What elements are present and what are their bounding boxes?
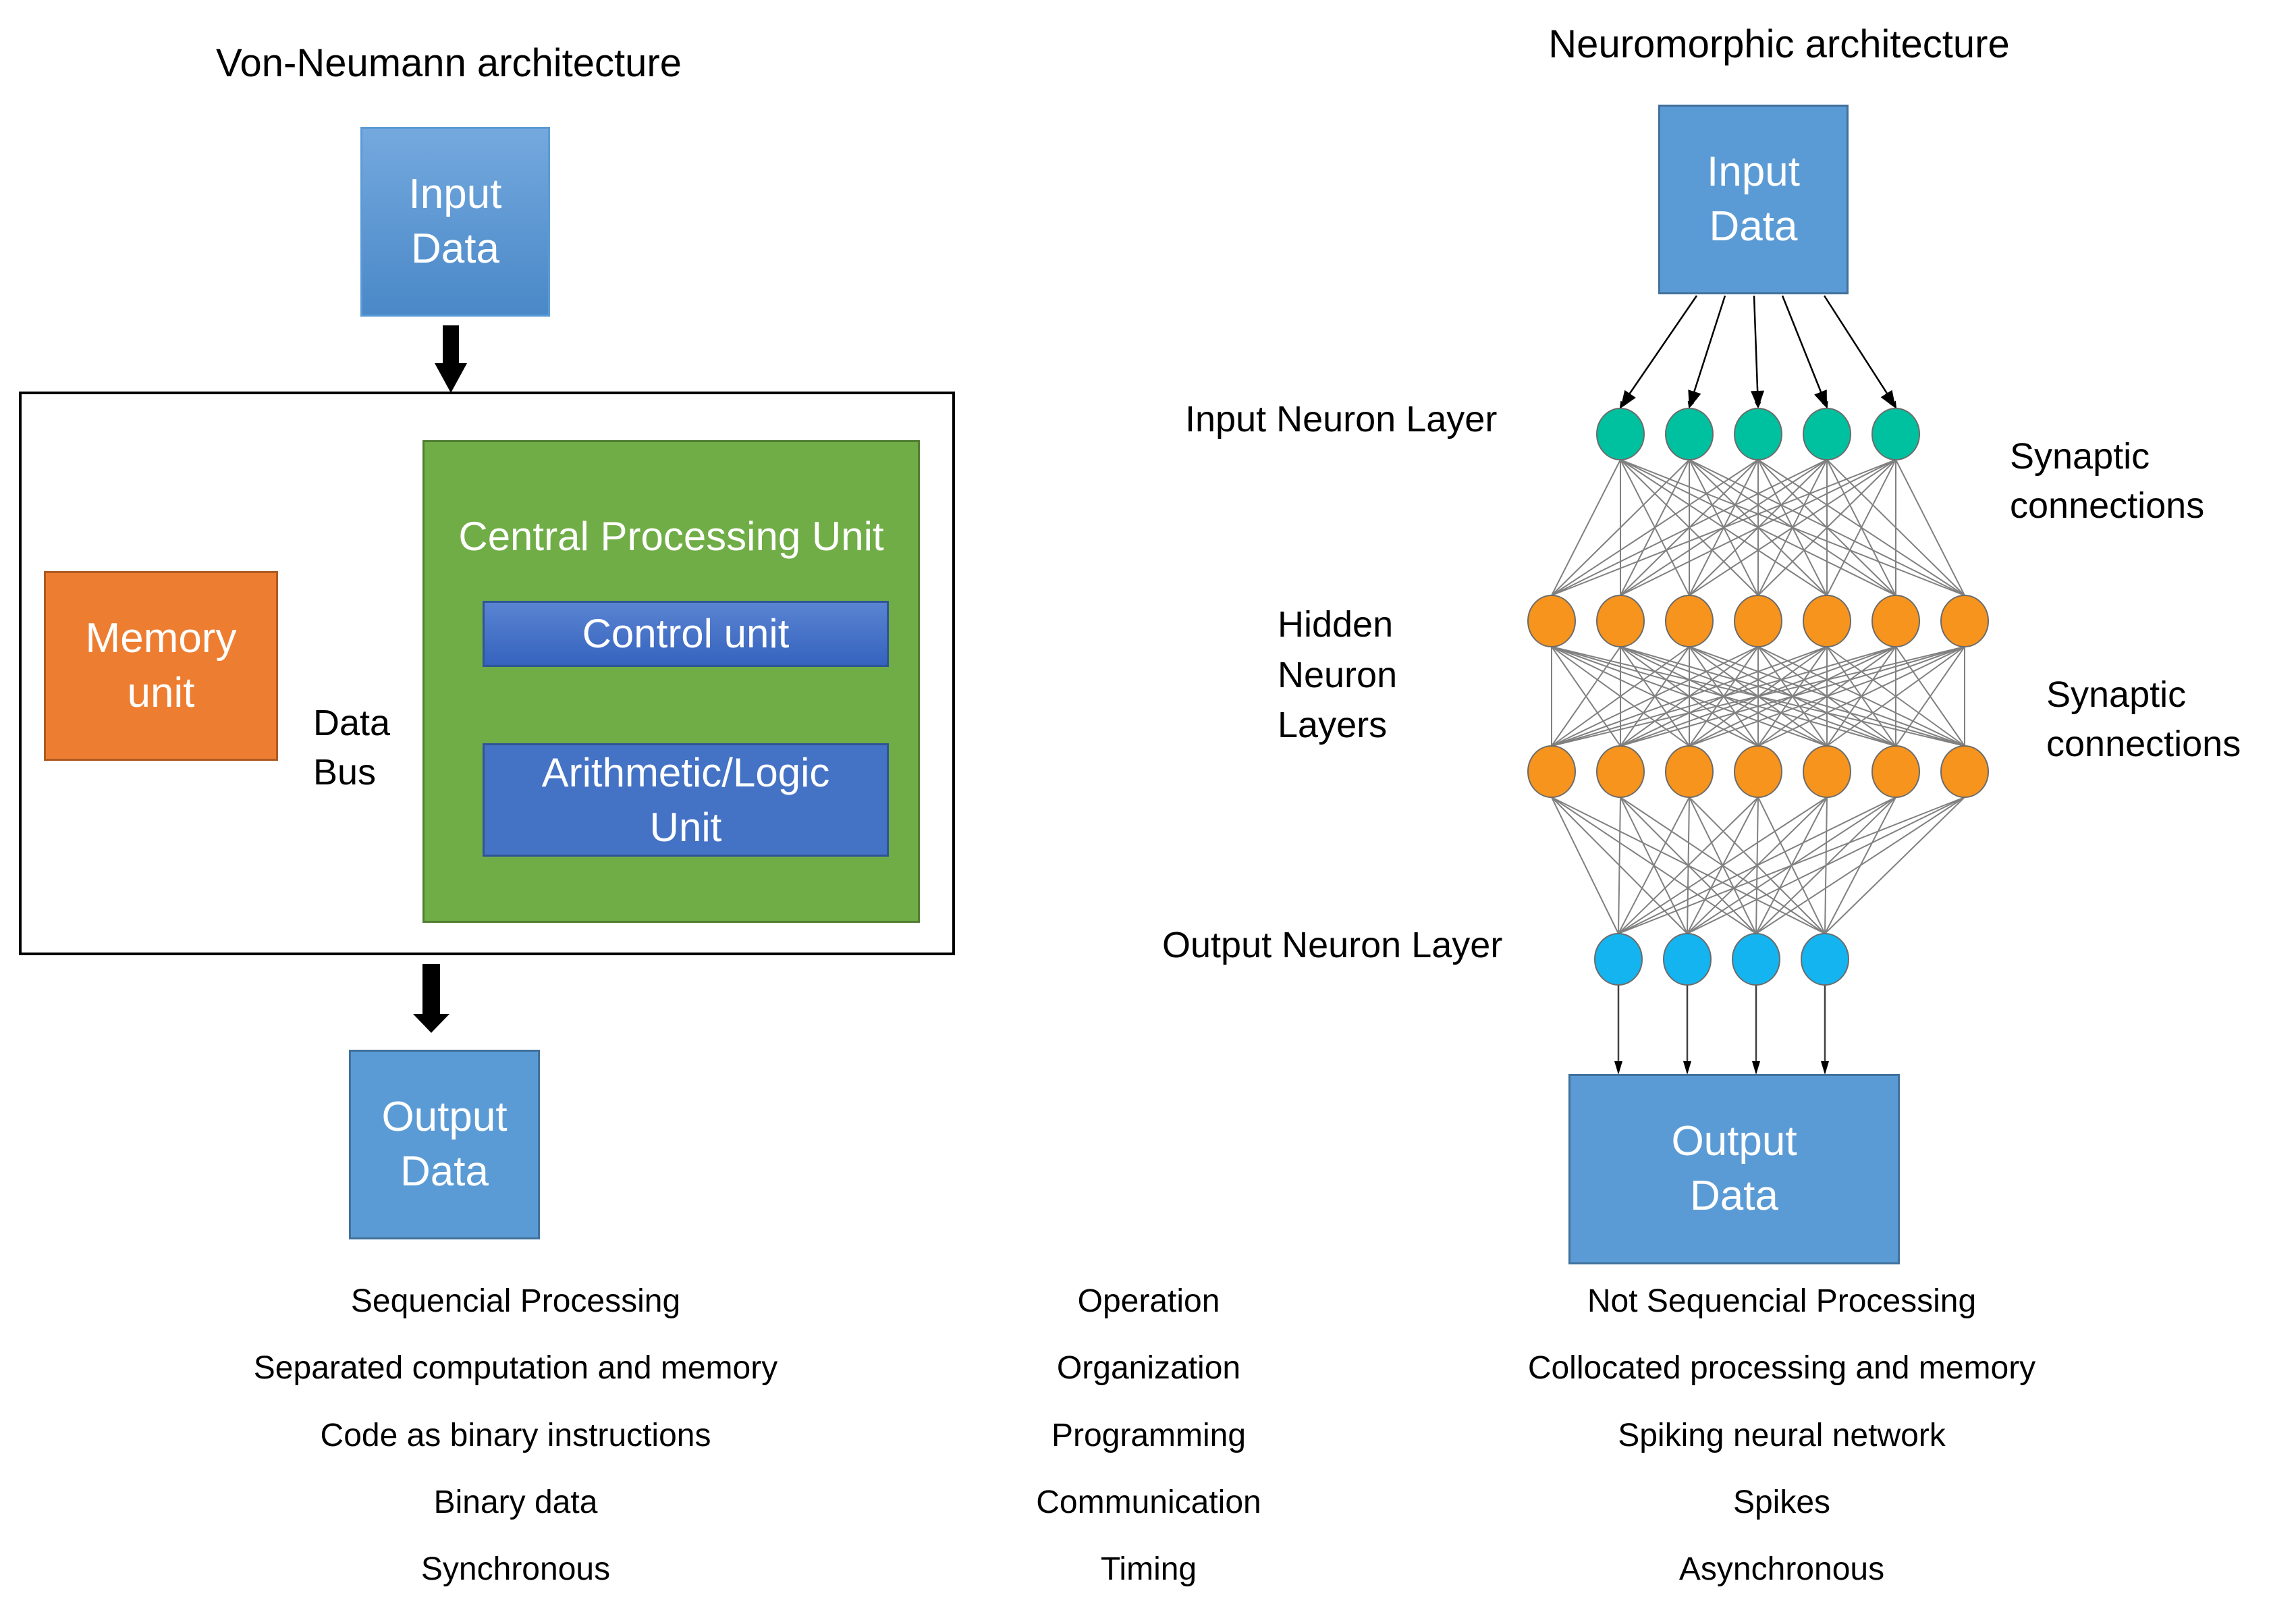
input-neuron [1871,408,1920,460]
synaptic-connections-label-2: Synaptic connections [2046,670,2241,769]
synapse-edge [1618,797,1828,934]
arrowhead-icon [1752,1061,1760,1075]
arrowhead-icon [1751,390,1765,408]
synapse-edge [1551,459,1621,596]
input-neuron [1803,408,1851,460]
arrowhead-icon [1821,1061,1829,1075]
hidden-1-neuron [1940,595,1989,647]
hidden-1-neuron [1803,595,1851,647]
comparison-aspect-cell: Communication [1036,1484,1261,1520]
synapse-edge [1618,797,1896,934]
synapse-edge [1687,797,1965,934]
hidden-1-neuron [1734,595,1782,647]
synapse-edge [1618,797,1965,934]
synaptic-label-2-line1: Synaptic [2046,674,2187,715]
comparison-aspect-cell: Operation [1077,1283,1220,1319]
hidden-1-neuron [1871,595,1920,647]
synaptic-edges [1551,459,1965,934]
synapse-edge [1618,797,1759,934]
input-neuron [1734,408,1782,460]
comparison-von-neumann-cell: Synchronous [420,1551,611,1587]
hidden-1-neuron [1527,595,1576,647]
comparison-von-neumann-cell: Binary data [433,1484,598,1520]
comparison-aspect-cell: Organization [1056,1350,1241,1386]
input-arrow-icon [1619,295,1698,408]
synaptic-label-2-line2: connections [2046,723,2241,764]
comparison-neuromorphic-cell: Spiking neural network [1618,1418,1946,1453]
synaptic-label-1-line2: connections [2010,485,2205,526]
input-neuron [1665,408,1714,460]
input-neuron [1596,408,1645,460]
output-neuron [1594,933,1643,986]
nm-output-data-box: Output Data [1568,1074,1900,1264]
arrowhead-icon [1614,1061,1622,1075]
hidden-2-neuron [1871,745,1920,798]
synapse-edge [1551,797,1619,934]
output-neuron [1732,933,1780,986]
arrowhead-icon [1688,390,1701,408]
nm-output-data-line1: Output [1671,1118,1797,1165]
hidden-1-neuron [1665,595,1714,647]
arrowhead-icon [1814,390,1827,408]
comparison-von-neumann-cell: Code as binary instructions [320,1418,711,1453]
input-arrow-icon [1823,295,1897,408]
comparison-neuromorphic-cell: Collocated processing and memory [1527,1350,2036,1386]
arrowhead-icon [1683,1061,1691,1075]
comparison-neuromorphic-cell: Spikes [1732,1484,1831,1520]
synaptic-connections-label-1: Synaptic connections [2010,432,2204,531]
hidden-2-neuron [1734,745,1782,798]
hidden-label-line3: Layers [1278,705,1388,746]
input-arrow-icon [1687,295,1726,408]
input-arrow-icon [1753,295,1761,408]
arrowhead-icon [1880,390,1896,408]
hidden-neuron-layers-label: Hidden Neuron Layers [1278,599,1397,751]
output-neuron [1663,933,1712,986]
synapse-edge [1824,797,1965,934]
comparison-neuromorphic-cell: Not Sequencial Processing [1587,1283,1977,1319]
hidden-label-line2: Neuron [1278,654,1398,695]
comparison-aspect-cell: Programming [1051,1418,1247,1453]
hidden-2-neuron [1665,745,1714,798]
comparison-von-neumann-cell: Sequencial Processing [350,1283,681,1319]
synapse-edge [1895,459,1965,596]
hidden-2-neuron [1596,745,1645,798]
hidden-1-neuron [1596,595,1645,647]
arrowhead-icon [1620,390,1636,408]
output-neuron [1801,933,1849,986]
input-arrow-icon [1781,295,1828,408]
synapse-edge [1551,459,1759,596]
hidden-2-neuron [1940,745,1989,798]
synaptic-label-1-line1: Synaptic [2010,436,2150,477]
synapse-edge [1755,797,1965,934]
hidden-label-line1: Hidden [1278,604,1394,645]
synapse-edge [1618,797,1690,934]
synapse-edge [1551,459,1896,596]
comparison-aspect-cell: Timing [1100,1551,1197,1587]
input-neuron-layer-label: Input Neuron Layer [1185,399,1498,439]
comparison-von-neumann-cell: Separated computation and memory [253,1350,778,1386]
hidden-2-neuron [1803,745,1851,798]
hidden-2-neuron [1527,745,1576,798]
output-neuron-layer-label: Output Neuron Layer [1162,925,1503,965]
nm-output-data-line2: Data [1690,1173,1778,1219]
comparison-neuromorphic-cell: Asynchronous [1678,1551,1885,1587]
